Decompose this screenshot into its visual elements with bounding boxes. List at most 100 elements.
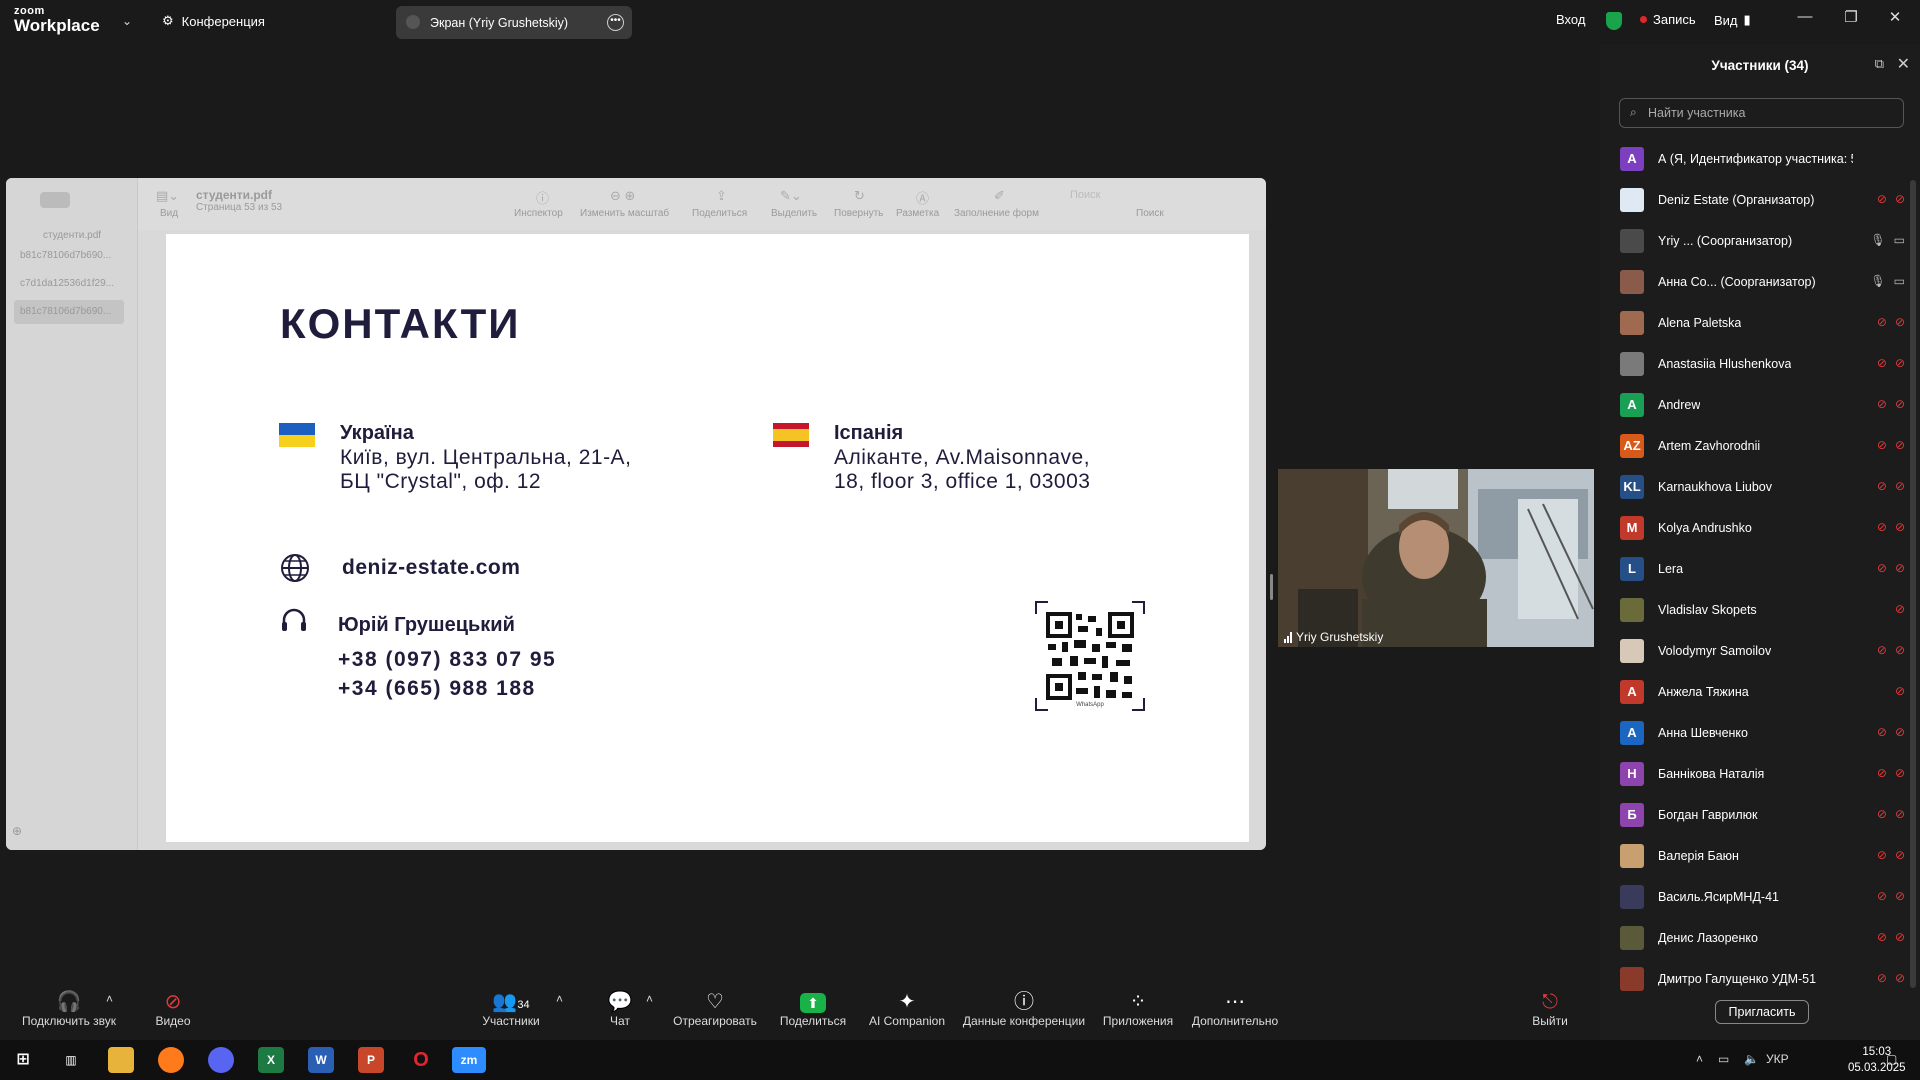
highlight-icon[interactable]: ✎⌄ — [780, 188, 802, 204]
participant-row[interactable]: Б Богдан Гаврилюк ⊘ ⊘ — [1620, 794, 1905, 835]
chevron-down-icon[interactable]: ⌄ — [122, 14, 132, 28]
excel-icon[interactable]: X — [258, 1047, 284, 1073]
invite-button[interactable]: Пригласить — [1715, 1000, 1809, 1024]
participant-row[interactable]: Anastasiia Hlushenkova ⊘ ⊘ — [1620, 343, 1905, 384]
apps-button[interactable]: ⁘ Приложения — [1100, 990, 1176, 1028]
close-icon[interactable]: ✕ — [1880, 8, 1910, 32]
search-placeholder: Поиск — [1070, 189, 1101, 201]
firefox-icon[interactable] — [158, 1047, 184, 1073]
task-view-icon[interactable]: ▥ — [58, 1047, 84, 1073]
chat-chevron-icon[interactable]: ˄ — [646, 992, 653, 1006]
close-panel-icon[interactable]: ✕ — [1897, 54, 1910, 74]
participant-row[interactable]: Анна Со... (Соорганизатор) 🎙 ▭ — [1620, 261, 1905, 302]
sidebar-toggle-icon[interactable]: ▤⌄ — [156, 188, 179, 204]
participant-status-icons: ⊘ ⊘ — [1877, 766, 1905, 780]
audio-options-chevron-icon[interactable]: ˄ — [106, 992, 113, 1006]
participant-status-icons: ⊘ ⊘ — [1877, 889, 1905, 903]
conference-menu[interactable]: ⚙ Конференция — [162, 13, 265, 29]
signin-label: Вход — [1556, 12, 1586, 27]
participant-row[interactable]: Валерія Баюн ⊘ ⊘ — [1620, 835, 1905, 876]
sidebar-button[interactable] — [40, 192, 70, 208]
camera-off-icon: ⊘ — [1894, 848, 1905, 862]
search-placeholder: Найти участника — [1648, 106, 1746, 120]
sidebar-file[interactable]: c7d1da12536d1f29... — [14, 272, 124, 296]
participant-avatar — [1620, 597, 1644, 622]
share-icon[interactable]: ⇪ — [716, 188, 727, 204]
preview-search[interactable]: Поиск — [1052, 186, 1232, 206]
fill-forms-icon[interactable]: ✐ — [994, 188, 1005, 204]
participant-search-input[interactable]: ⌕ Найти участника — [1619, 98, 1904, 128]
participant-row[interactable]: A Andrew ⊘ ⊘ — [1620, 384, 1905, 425]
participant-row[interactable]: Volodymyr Samoilov ⊘ ⊘ — [1620, 630, 1905, 671]
participant-row[interactable]: L Lera ⊘ ⊘ — [1620, 548, 1905, 589]
minimize-icon[interactable]: — — [1790, 8, 1820, 32]
participant-status-icons: ⊘ ⊘ — [1877, 479, 1905, 493]
discord-icon[interactable] — [208, 1047, 234, 1073]
tray-chevron-icon[interactable]: ˄ — [1696, 1052, 1703, 1066]
participant-avatar: AZ — [1620, 433, 1644, 458]
word-icon[interactable]: W — [308, 1047, 334, 1073]
zoom-taskbar-icon[interactable]: zm — [452, 1047, 486, 1073]
participant-row[interactable]: Денис Лазоренко ⊘ ⊘ — [1620, 917, 1905, 958]
participant-list-scrollbar[interactable] — [1910, 180, 1916, 988]
share-button[interactable]: ⬆ Поделиться — [776, 990, 850, 1028]
react-button[interactable]: ♡ Отреагировать — [668, 990, 762, 1028]
split-drag-handle[interactable] — [1270, 574, 1273, 600]
participant-row[interactable]: Vladislav Skopets ⊘ — [1620, 589, 1905, 630]
participant-row[interactable]: M Kolya Andrushko ⊘ ⊘ — [1620, 507, 1905, 548]
phone-spain: +34 (665) 988 188 — [338, 677, 536, 700]
sidebar-file[interactable]: b81c78106d7b690... — [14, 244, 124, 268]
participants-chevron-icon[interactable]: ˄ — [556, 992, 563, 1006]
network-icon[interactable]: ▭ — [1718, 1052, 1729, 1066]
language-indicator[interactable]: УКР — [1766, 1052, 1789, 1066]
powerpoint-icon[interactable]: P — [358, 1047, 384, 1073]
participant-row[interactable]: Дмитро Галущенко УДМ-51 ⊘ ⊘ — [1620, 958, 1905, 999]
sidebar-file-selected[interactable]: b81c78106d7b690... — [14, 300, 124, 324]
participant-row[interactable]: A А (Я, Идентификатор участника: 594859) — [1620, 138, 1905, 179]
shared-screen-stage: ▤⌄ Вид студенти.pdf Страница 53 из 53 ⓘ … — [0, 44, 1600, 980]
markup-icon[interactable]: Ⓐ — [916, 188, 929, 207]
opera-icon[interactable]: O — [408, 1047, 434, 1073]
info-icon[interactable]: ⓘ — [536, 188, 549, 207]
rotate-icon[interactable]: ↻ — [854, 188, 865, 204]
camera-off-icon: ⊘ — [1894, 315, 1905, 329]
leave-button[interactable]: ⎋ Выйти — [1530, 990, 1570, 1028]
participant-row[interactable]: A Анжела Тяжина ⊘ — [1620, 671, 1905, 712]
record-indicator[interactable]: Запись — [1640, 12, 1696, 27]
screen-share-pill[interactable]: Экран (Yriy Grushetskiy) ••• — [396, 6, 632, 39]
signin-button[interactable]: Вход — [1556, 12, 1585, 27]
file-explorer-icon[interactable] — [108, 1047, 134, 1073]
more-icon[interactable]: ••• — [607, 14, 624, 31]
video-button[interactable]: ⊘ Видео — [148, 990, 198, 1028]
speaker-video-tile[interactable]: Yriy Grushetskiy — [1278, 469, 1594, 647]
participant-row[interactable]: A Анна Шевченко ⊘ ⊘ — [1620, 712, 1905, 753]
ai-companion-button[interactable]: ✦ AI Companion — [866, 990, 948, 1028]
participant-row[interactable]: AZ Artem Zavhorodnii ⊘ ⊘ — [1620, 425, 1905, 466]
participant-avatar: Н — [1620, 761, 1644, 786]
view-menu[interactable]: Вид ▮ — [1714, 12, 1751, 28]
popout-icon[interactable]: ⧉ — [1875, 56, 1884, 72]
heart-icon: ♡ — [706, 991, 724, 1013]
participant-row[interactable]: KL Karnaukhova Liubov ⊘ ⊘ — [1620, 466, 1905, 507]
participant-status-icons: ⊘ ⊘ — [1877, 807, 1905, 821]
windows-start-icon[interactable]: ⊞ — [10, 1047, 36, 1073]
participant-row[interactable]: Н Баннікова Наталія ⊘ ⊘ — [1620, 753, 1905, 794]
security-icon[interactable] — [1606, 12, 1622, 30]
settings-icon[interactable]: ⊕ — [12, 824, 22, 838]
participant-row[interactable]: Yriy ... (Соорганизатор) 🎙 ▭ — [1620, 220, 1905, 261]
participants-button[interactable]: 👥34 Участники — [476, 990, 546, 1028]
participant-avatar — [1620, 884, 1644, 909]
address-line: БЦ "Crystal", оф. 12 — [340, 470, 542, 493]
zoom-icon[interactable]: ⊖ ⊕ — [610, 188, 635, 204]
participant-avatar: A — [1620, 392, 1644, 417]
notifications-icon[interactable]: ▢ — [1886, 1052, 1897, 1066]
meeting-info-button[interactable]: ⓘ Данные конференции — [962, 990, 1086, 1028]
chat-button[interactable]: 💬 Чат — [600, 990, 640, 1028]
more-button[interactable]: ⋯ Дополнительно — [1188, 990, 1282, 1028]
volume-icon[interactable]: 🔈 — [1744, 1052, 1759, 1066]
muted-microphone-icon: ⊘ — [1876, 889, 1887, 903]
participant-row[interactable]: Alena Paletska ⊘ ⊘ — [1620, 302, 1905, 343]
participant-row[interactable]: Deniz Estate (Организатор) ⊘ ⊘ — [1620, 179, 1905, 220]
participant-row[interactable]: Василь.ЯсирМНД-41 ⊘ ⊘ — [1620, 876, 1905, 917]
restore-icon[interactable]: ❐ — [1836, 8, 1866, 32]
